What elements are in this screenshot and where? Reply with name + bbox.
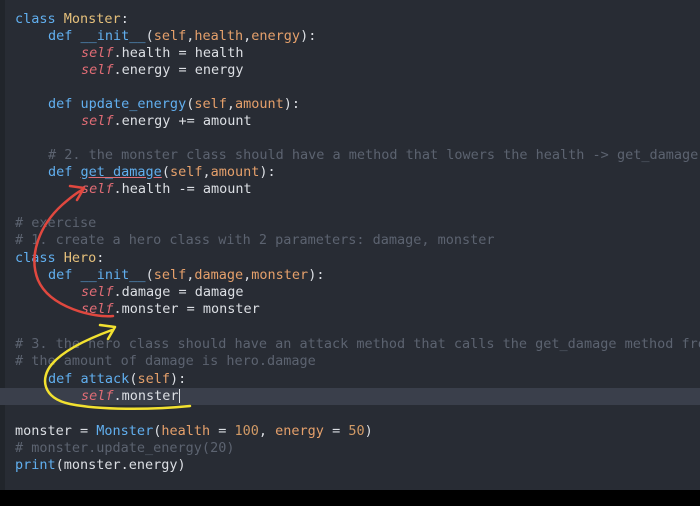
param: damage <box>194 267 244 283</box>
self-token: self <box>81 113 114 129</box>
punct: ( <box>145 267 154 283</box>
code-line-15[interactable]: class Hero: <box>0 250 700 267</box>
variable: monster <box>15 423 72 439</box>
code-line-6[interactable]: def update_energy(self,amount): <box>0 96 700 113</box>
self-token: self <box>81 45 114 61</box>
self-token: self <box>81 388 114 404</box>
function-name: get_damage <box>80 164 162 180</box>
param: health <box>194 28 244 44</box>
statement-text: .health = health <box>113 45 244 61</box>
self-token: self <box>81 62 114 78</box>
statement-text: .health -= amount <box>113 181 252 197</box>
code-line-21[interactable]: # the amount of damage is hero.damage <box>0 353 700 370</box>
punct: ) <box>364 423 373 439</box>
self-token: self <box>81 301 114 317</box>
punct: ( <box>145 28 154 44</box>
number: 50 <box>348 423 365 439</box>
comment: # 2. the monster class should have a met… <box>48 147 700 163</box>
class-name: Hero <box>63 250 97 266</box>
code-editor[interactable]: class Monster: def __init__(self,health,… <box>0 0 700 490</box>
code-line-17[interactable]: self.damage = damage <box>0 284 700 301</box>
code-line-9[interactable]: # 2. the monster class should have a met… <box>0 147 700 164</box>
function-name: __init__ <box>80 267 146 283</box>
comment: # monster.update_energy(20) <box>15 440 235 456</box>
function-name: update_energy <box>80 96 187 112</box>
code-line-10[interactable]: def get_damage(self,amount): <box>0 164 700 181</box>
punct: , <box>226 96 235 112</box>
class-name: Monster <box>63 11 121 27</box>
code-line-11[interactable]: self.health -= amount <box>0 181 700 198</box>
statement-text: (monster.energy) <box>55 457 186 473</box>
comment: # 1. create a hero class with 2 paramete… <box>15 232 495 248</box>
self-token: self <box>81 284 114 300</box>
punct: = <box>71 423 97 439</box>
statement-text: .energy = energy <box>113 62 244 78</box>
punct: ): <box>308 267 325 283</box>
code-line-23-current[interactable]: self.monster <box>0 388 700 405</box>
param: amount <box>235 96 284 112</box>
param: self <box>137 371 170 387</box>
param: monster <box>251 267 309 283</box>
param: self <box>169 164 203 180</box>
punct: : <box>96 250 105 266</box>
punct: , <box>202 164 211 180</box>
class-call: Monster <box>96 423 154 439</box>
param: self <box>153 28 187 44</box>
statement-text: .energy += amount <box>113 113 252 129</box>
number: 100 <box>234 423 259 439</box>
function-name: attack <box>80 371 130 387</box>
code-line-20[interactable]: # 3. the hero class should have an attac… <box>0 336 700 353</box>
comment: # exercise <box>15 215 97 231</box>
code-line-13[interactable]: # exercise <box>0 215 700 232</box>
code-line-14[interactable]: # 1. create a hero class with 2 paramete… <box>0 232 700 249</box>
kwarg: energy <box>275 423 324 439</box>
code-line-2[interactable]: def __init__(self,health,energy): <box>0 28 700 45</box>
keyword-def: def <box>48 371 73 387</box>
param: self <box>153 267 187 283</box>
statement-text: .damage = damage <box>113 284 244 300</box>
param: energy <box>251 28 301 44</box>
keyword-class: class <box>15 250 56 266</box>
punct: ): <box>300 28 317 44</box>
bottom-bar <box>0 490 700 506</box>
punct: = <box>210 423 235 439</box>
self-token: self <box>81 181 114 197</box>
function-name: __init__ <box>80 28 146 44</box>
code-line-3[interactable]: self.health = health <box>0 45 700 62</box>
keyword-def: def <box>48 28 73 44</box>
comment: # 3. the hero class should have an attac… <box>15 336 700 352</box>
comment: # the amount of damage is hero.damage <box>15 353 316 369</box>
kwarg: health <box>161 423 211 439</box>
code-line-27[interactable]: print(monster.energy) <box>0 457 700 474</box>
punct: : <box>120 11 129 27</box>
code-line-7[interactable]: self.energy += amount <box>0 113 700 130</box>
code-line-22[interactable]: def attack(self): <box>0 371 700 388</box>
code-line-26[interactable]: # monster.update_energy(20) <box>0 440 700 457</box>
punct: ): <box>169 371 187 387</box>
code-line-18[interactable]: self.monster = monster <box>0 301 700 318</box>
code-line-1[interactable]: class Monster: <box>0 11 700 28</box>
keyword-def: def <box>48 267 73 283</box>
param: amount <box>210 164 260 180</box>
code-line-4[interactable]: self.energy = energy <box>0 62 700 79</box>
param: self <box>194 96 227 112</box>
code-line-16[interactable]: def __init__(self,damage,monster): <box>0 267 700 284</box>
punct: ( <box>161 164 170 180</box>
keyword-class: class <box>15 11 56 27</box>
punct: = <box>323 423 349 439</box>
code-line-25[interactable]: monster = Monster(health = 100, energy =… <box>0 423 700 440</box>
keyword-def: def <box>48 96 73 112</box>
punct: ): <box>283 96 301 112</box>
punct: , <box>258 423 276 439</box>
text-cursor <box>178 389 180 403</box>
statement-text: .monster = monster <box>113 301 260 317</box>
keyword-def: def <box>48 164 73 180</box>
statement-text: .monster <box>113 388 179 404</box>
function-name: print <box>15 457 56 473</box>
punct: ): <box>259 164 276 180</box>
